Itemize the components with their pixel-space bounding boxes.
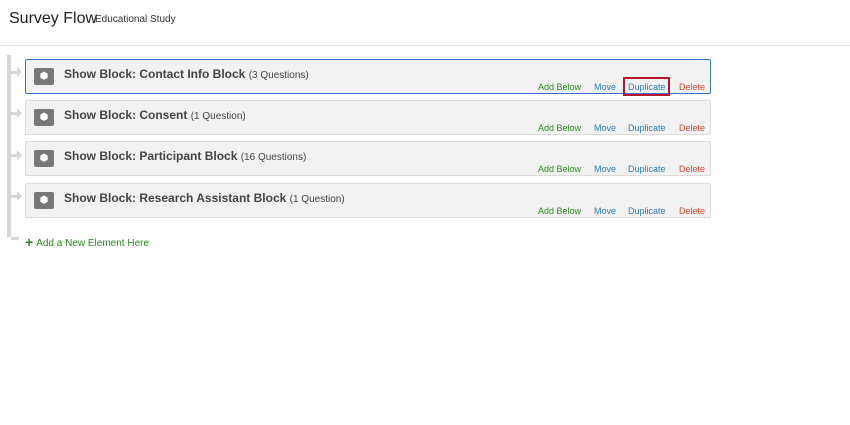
delete-link[interactable]: Delete xyxy=(679,206,705,216)
question-count: (16 Questions) xyxy=(240,152,307,163)
move-link[interactable]: Move xyxy=(594,164,616,174)
delete-link[interactable]: Delete xyxy=(679,123,705,133)
add-below-link[interactable]: Add Below xyxy=(538,123,581,133)
block-icon: ⬢ xyxy=(34,150,54,167)
duplicate-link[interactable]: Duplicate xyxy=(628,123,666,133)
delete-link[interactable]: Delete xyxy=(679,82,705,92)
block-icon: ⬢ xyxy=(34,192,54,209)
flow-branch xyxy=(11,237,19,240)
add-new-element-link[interactable]: + Add a New Element Here xyxy=(25,234,149,250)
add-below-link[interactable]: Add Below xyxy=(538,82,581,92)
flow-line xyxy=(7,55,11,237)
flow-block[interactable]: ⬢ Show Block: Contact Info Block (3 Ques… xyxy=(25,59,711,96)
block-name: Show Block: Contact Info Block xyxy=(64,67,246,81)
flow-block[interactable]: ⬢ Show Block: Consent (1 Question) Add B… xyxy=(25,100,711,135)
plus-icon: + xyxy=(25,234,34,250)
move-link[interactable]: Move xyxy=(594,123,616,133)
block-name: Show Block: Participant Block xyxy=(64,149,238,163)
add-new-element-label: Add a New Element Here xyxy=(36,238,150,249)
block-icon: ⬢ xyxy=(34,68,54,85)
question-count: (1 Question) xyxy=(289,194,345,205)
block-name: Show Block: Research Assistant Block xyxy=(64,191,287,205)
arrow-icon xyxy=(17,191,22,201)
arrow-icon xyxy=(17,67,22,77)
duplicate-link[interactable]: Duplicate xyxy=(628,206,666,216)
move-link[interactable]: Move xyxy=(594,82,616,92)
duplicate-link[interactable]: Duplicate xyxy=(628,82,666,92)
arrow-icon xyxy=(17,150,22,160)
flow-block[interactable]: ⬢ Show Block: Participant Block (16 Ques… xyxy=(25,141,711,176)
page-title: Survey Flow xyxy=(9,10,98,27)
arrow-icon xyxy=(17,108,22,118)
add-below-link[interactable]: Add Below xyxy=(538,206,581,216)
block-icon: ⬢ xyxy=(34,109,54,126)
question-count: (3 Questions) xyxy=(248,70,309,81)
duplicate-link[interactable]: Duplicate xyxy=(628,164,666,174)
header: Survey Flow Educational Study xyxy=(0,0,850,46)
add-below-link[interactable]: Add Below xyxy=(538,164,581,174)
delete-link[interactable]: Delete xyxy=(679,164,705,174)
flow-block[interactable]: ⬢ Show Block: Research Assistant Block (… xyxy=(25,183,711,218)
survey-name: Educational Study xyxy=(95,14,176,25)
block-name: Show Block: Consent xyxy=(64,108,188,122)
question-count: (1 Question) xyxy=(190,111,246,122)
move-link[interactable]: Move xyxy=(594,206,616,216)
